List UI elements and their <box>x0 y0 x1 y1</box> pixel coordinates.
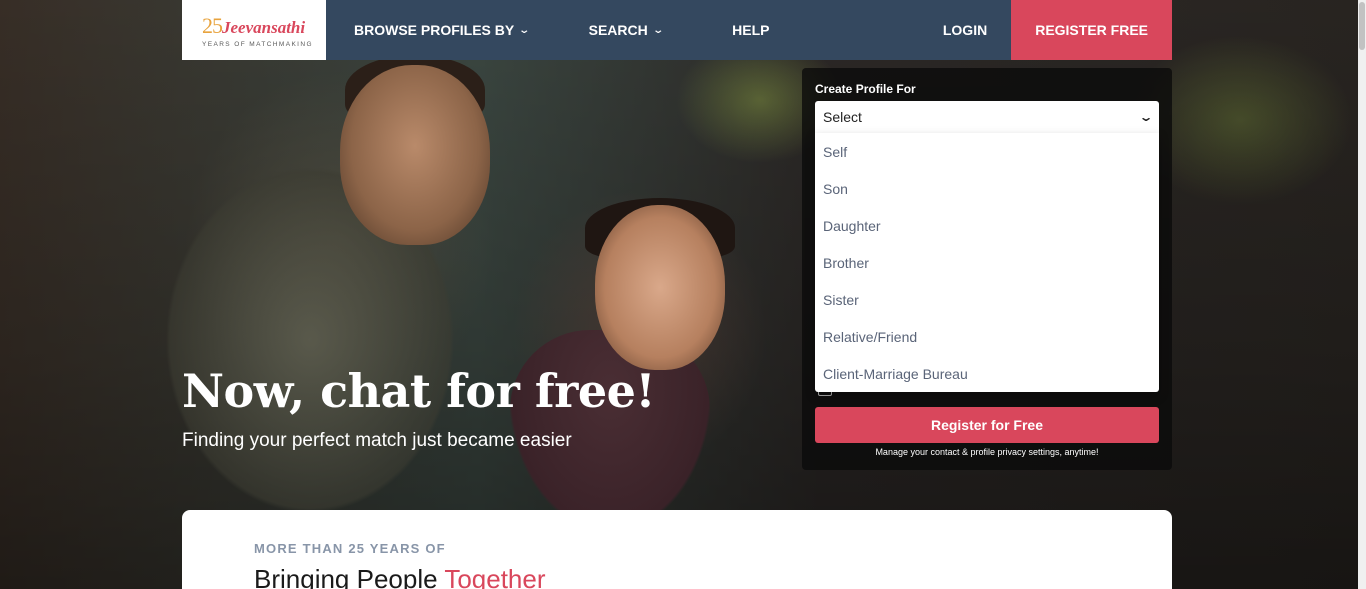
create-profile-for-select[interactable]: Select ⌄ <box>815 101 1159 133</box>
nav-search[interactable]: SEARCH ⌄ <box>588 0 664 60</box>
create-profile-for-dropdown: Self Son Daughter Brother Sister Relativ… <box>815 133 1159 392</box>
nav-browse-profiles[interactable]: BROWSE PROFILES BY ⌄ <box>354 0 531 60</box>
scrollbar-thumb[interactable] <box>1359 2 1365 50</box>
register-button-label: Register for Free <box>930 417 1044 433</box>
nav-help[interactable]: HELP <box>732 0 769 60</box>
option-brother[interactable]: Brother <box>815 244 1159 281</box>
privacy-note: Manage your contact & profile privacy se… <box>875 447 1099 457</box>
nav-search-label: SEARCH <box>588 22 648 38</box>
nav-login[interactable]: LOGIN <box>943 0 987 60</box>
nav-register-free-button[interactable]: REGISTER FREE <box>1011 0 1172 60</box>
create-profile-for-label: Create Profile For <box>815 82 916 96</box>
nav-register-label: REGISTER FREE <box>1035 22 1148 38</box>
nav-help-label: HELP <box>732 22 770 38</box>
chevron-down-icon: ⌄ <box>652 24 664 36</box>
register-for-free-button[interactable]: Register for Free <box>815 407 1159 443</box>
about-heading: Bringing People Together <box>254 564 546 589</box>
option-client-marriage-bureau[interactable]: Client-Marriage Bureau <box>815 355 1159 392</box>
registration-panel: Create Profile For Select ⌄ Register for… <box>802 68 1172 470</box>
page-scrollbar[interactable] <box>1358 0 1366 589</box>
chevron-down-icon: ⌄ <box>1138 110 1154 124</box>
about-kicker: MORE THAN 25 YEARS OF <box>254 541 446 556</box>
option-relative-friend[interactable]: Relative/Friend <box>815 318 1159 355</box>
hero-photo-man-face <box>340 65 490 245</box>
about-heading-accent: Together <box>444 564 546 589</box>
nav-browse-label: BROWSE PROFILES BY <box>354 22 515 38</box>
option-daughter[interactable]: Daughter <box>815 207 1159 244</box>
option-sister[interactable]: Sister <box>815 281 1159 318</box>
nav-login-label: LOGIN <box>942 22 988 38</box>
hero-photo-woman-face <box>595 205 725 370</box>
logo-wordmark: 25 Jeevansathi <box>202 13 326 39</box>
hero-title: Now, chat for free! <box>182 364 656 418</box>
select-value: Select <box>823 109 862 125</box>
top-navigation: 25 Jeevansathi YEARS OF MATCHMAKING BROW… <box>182 0 1172 60</box>
logo-name: Jeevansathi <box>222 17 306 37</box>
chevron-down-icon: ⌄ <box>518 24 531 36</box>
option-self[interactable]: Self <box>815 133 1159 170</box>
about-card: MORE THAN 25 YEARS OF Bringing People To… <box>182 510 1172 589</box>
option-son[interactable]: Son <box>815 170 1159 207</box>
site-logo[interactable]: 25 Jeevansathi YEARS OF MATCHMAKING <box>182 0 326 60</box>
hero-subtitle: Finding your perfect match just became e… <box>182 430 572 451</box>
logo-tagline: YEARS OF MATCHMAKING <box>202 40 313 48</box>
logo-number: 25 <box>202 12 223 38</box>
about-heading-main: Bringing People <box>254 564 445 589</box>
